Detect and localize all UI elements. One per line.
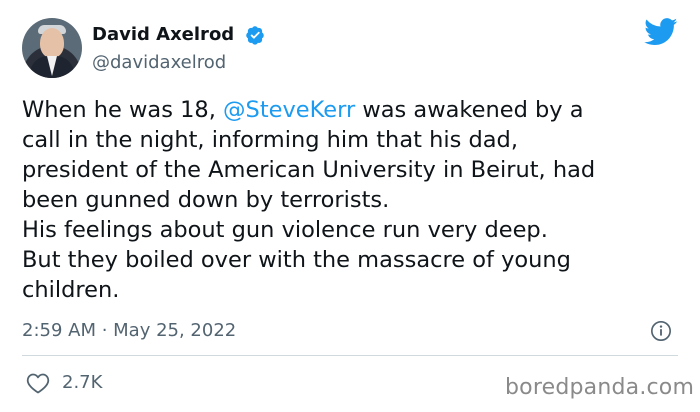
twitter-bird-icon[interactable] (644, 18, 678, 46)
tweet-timestamp[interactable]: 2:59 AM · May 25, 2022 (22, 320, 236, 341)
verified-badge-icon (246, 26, 264, 45)
heart-icon[interactable] (26, 372, 50, 394)
avatar[interactable] (22, 18, 82, 78)
author-name[interactable]: David Axelrod (92, 24, 234, 45)
divider (22, 355, 678, 356)
avatar-face (40, 28, 64, 58)
author-handle[interactable]: @davidaxelrod (92, 52, 226, 73)
tweet-text: When he was 18, @SteveKerr was awakened … (22, 95, 682, 305)
like-count[interactable]: 2.7K (62, 372, 102, 393)
tweet-text-part2: was awakened by a call in the night, inf… (22, 97, 596, 303)
tweet-card: David Axelrod @davidaxelrod When he was … (0, 0, 700, 412)
tweet-text-part1: When he was 18, (22, 97, 224, 123)
watermark: boredpanda.com (505, 375, 695, 400)
mention-link[interactable]: @SteveKerr (223, 97, 355, 123)
info-icon[interactable] (650, 320, 672, 342)
